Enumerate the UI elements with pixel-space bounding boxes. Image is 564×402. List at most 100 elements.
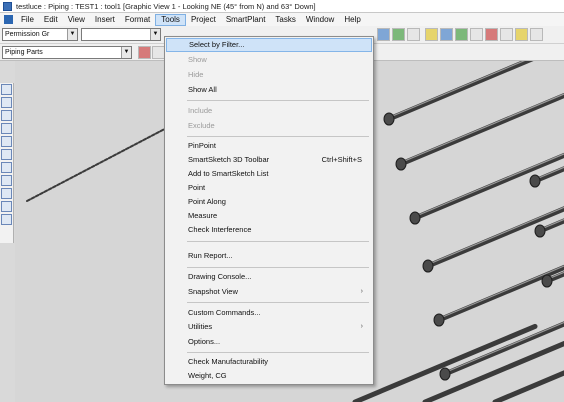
menu-item-utilities[interactable]: Utilities › xyxy=(166,320,372,334)
menu-item-hide[interactable]: Hide xyxy=(166,68,372,82)
menu-item-measure[interactable]: Measure xyxy=(166,209,372,223)
menu-item-check-interference[interactable]: Check Interference xyxy=(166,223,372,237)
insert-component-icon[interactable] xyxy=(1,110,12,121)
refresh-icon[interactable] xyxy=(500,28,513,41)
more-icon[interactable] xyxy=(530,28,543,41)
menu-item-label: Hide xyxy=(188,70,204,79)
pipe-highlight xyxy=(400,93,564,164)
chevron-down-icon[interactable]: ▼ xyxy=(121,47,131,58)
select-tool-icon[interactable] xyxy=(1,84,12,95)
pipe-segment xyxy=(133,142,139,146)
chevron-down-icon[interactable]: ▼ xyxy=(67,29,77,40)
menu-file[interactable]: File xyxy=(16,14,39,26)
menu-view[interactable]: View xyxy=(63,14,90,26)
menu-item-smartsketch-toolbar[interactable]: SmartSketch 3D Toolbar Ctrl+Shift+S xyxy=(166,153,372,167)
task-combo[interactable]: Piping Parts ▼ xyxy=(2,46,132,59)
pipe xyxy=(492,370,564,402)
place-support-icon[interactable] xyxy=(1,175,12,186)
select-icon[interactable] xyxy=(425,28,438,41)
insert-feature-icon[interactable] xyxy=(1,123,12,134)
menu-item-show-all[interactable]: Show All xyxy=(166,83,372,97)
highlight-icon[interactable] xyxy=(515,28,528,41)
menu-format[interactable]: Format xyxy=(120,14,155,26)
menu-item-label: Add to SmartSketch List xyxy=(188,169,269,178)
menu-item-point[interactable]: Point xyxy=(166,181,372,195)
zoom-icon[interactable] xyxy=(440,28,453,41)
menu-item-pinpoint[interactable]: PinPoint xyxy=(166,139,372,153)
menu-item-drawing-console[interactable]: Drawing Console... xyxy=(166,270,372,284)
insert-split-icon[interactable] xyxy=(1,136,12,147)
menu-insert[interactable]: Insert xyxy=(90,14,120,26)
menu-bar: File Edit View Insert Format Tools Proje… xyxy=(0,13,564,26)
insert-tap-icon[interactable] xyxy=(1,149,12,160)
view-icon[interactable] xyxy=(377,28,390,41)
pipe-segment xyxy=(47,187,53,191)
menu-item-label: SmartSketch 3D Toolbar xyxy=(188,155,270,164)
menu-window[interactable]: Window xyxy=(301,14,339,26)
menu-item-show[interactable]: Show xyxy=(166,53,372,67)
menu-item-label: Include xyxy=(188,106,213,115)
menu-item-snapshot-view[interactable]: Snapshot View › xyxy=(166,285,372,299)
menu-tools[interactable]: Tools xyxy=(155,13,186,26)
pipe-segment xyxy=(107,155,113,160)
pan-icon[interactable] xyxy=(470,28,483,41)
menu-item-label: Drawing Console... xyxy=(188,272,252,281)
permission-group-combo[interactable]: Permission Gr ▼ xyxy=(2,28,78,41)
pipe-flange xyxy=(541,274,553,288)
menu-item-label: Show xyxy=(188,55,207,64)
menu-help[interactable]: Help xyxy=(339,14,365,26)
pipe-segment xyxy=(64,178,70,182)
pipe-segment xyxy=(142,137,147,142)
permission-group-value: Permission Gr xyxy=(5,31,50,38)
title-bar: testluce : Piping : TEST1 : tool1 [Graph… xyxy=(0,0,564,13)
pipe-segment xyxy=(81,169,87,173)
menu-item-run-report[interactable]: Run Report... xyxy=(166,249,372,263)
window-title: testluce : Piping : TEST1 : tool1 [Graph… xyxy=(16,1,316,11)
route-pipe-icon[interactable] xyxy=(1,97,12,108)
menu-item-label: Options... xyxy=(188,337,221,346)
document-icon[interactable] xyxy=(4,15,13,24)
weld-icon[interactable] xyxy=(1,214,12,225)
place-instrument-icon[interactable] xyxy=(1,162,12,173)
menu-item-label: Show All xyxy=(188,85,217,94)
menu-item-include[interactable]: Include xyxy=(166,104,372,118)
menu-item-label: Select by Filter... xyxy=(189,40,245,49)
pipe-segment xyxy=(73,173,79,178)
pipe-segment xyxy=(30,196,36,200)
menu-item-exclude[interactable]: Exclude xyxy=(166,119,372,133)
vertical-toolbar xyxy=(0,83,14,243)
rotate-icon[interactable] xyxy=(485,28,498,41)
pipe xyxy=(352,323,538,402)
menu-item-weight-cg[interactable]: Weight, CG xyxy=(166,369,372,383)
chevron-right-icon: › xyxy=(360,288,363,295)
menu-project[interactable]: Project xyxy=(186,14,221,26)
fit-icon[interactable] xyxy=(455,28,468,41)
filter-combo[interactable]: ▼ xyxy=(81,28,161,41)
pipe-segment xyxy=(146,135,152,139)
menu-item-options[interactable]: Options... xyxy=(166,335,372,349)
menu-item-point-along[interactable]: Point Along xyxy=(166,195,372,209)
spool-icon[interactable] xyxy=(1,201,12,212)
menu-item-check-manufacturability[interactable]: Check Manufacturability xyxy=(166,355,372,369)
menu-smartplant[interactable]: SmartPlant xyxy=(221,14,271,26)
connect-icon[interactable] xyxy=(1,188,12,199)
pipe-segment xyxy=(77,171,83,175)
menu-separator xyxy=(187,241,369,242)
pipe-flange xyxy=(433,313,445,327)
menu-item-label: Weight, CG xyxy=(188,371,227,380)
tool-icon[interactable] xyxy=(407,28,420,41)
pipe-segment xyxy=(159,128,165,133)
menu-edit[interactable]: Edit xyxy=(39,14,63,26)
pipe-flange xyxy=(422,259,434,273)
menu-item-label: Point Along xyxy=(188,197,226,206)
pipe-segment xyxy=(112,153,117,157)
menu-item-custom-commands[interactable]: Custom Commands... xyxy=(166,306,372,320)
menu-item-select-by-filter[interactable]: Select by Filter... xyxy=(166,38,372,52)
pipe-segment xyxy=(38,191,44,196)
menu-tasks[interactable]: Tasks xyxy=(270,14,300,26)
menu-item-add-to-smartsketch-list[interactable]: Add to SmartSketch List xyxy=(166,167,372,181)
route-icon[interactable] xyxy=(138,46,151,59)
chevron-down-icon[interactable]: ▼ xyxy=(150,29,160,40)
render-icon[interactable] xyxy=(392,28,405,41)
menu-item-label: Point xyxy=(188,183,206,192)
